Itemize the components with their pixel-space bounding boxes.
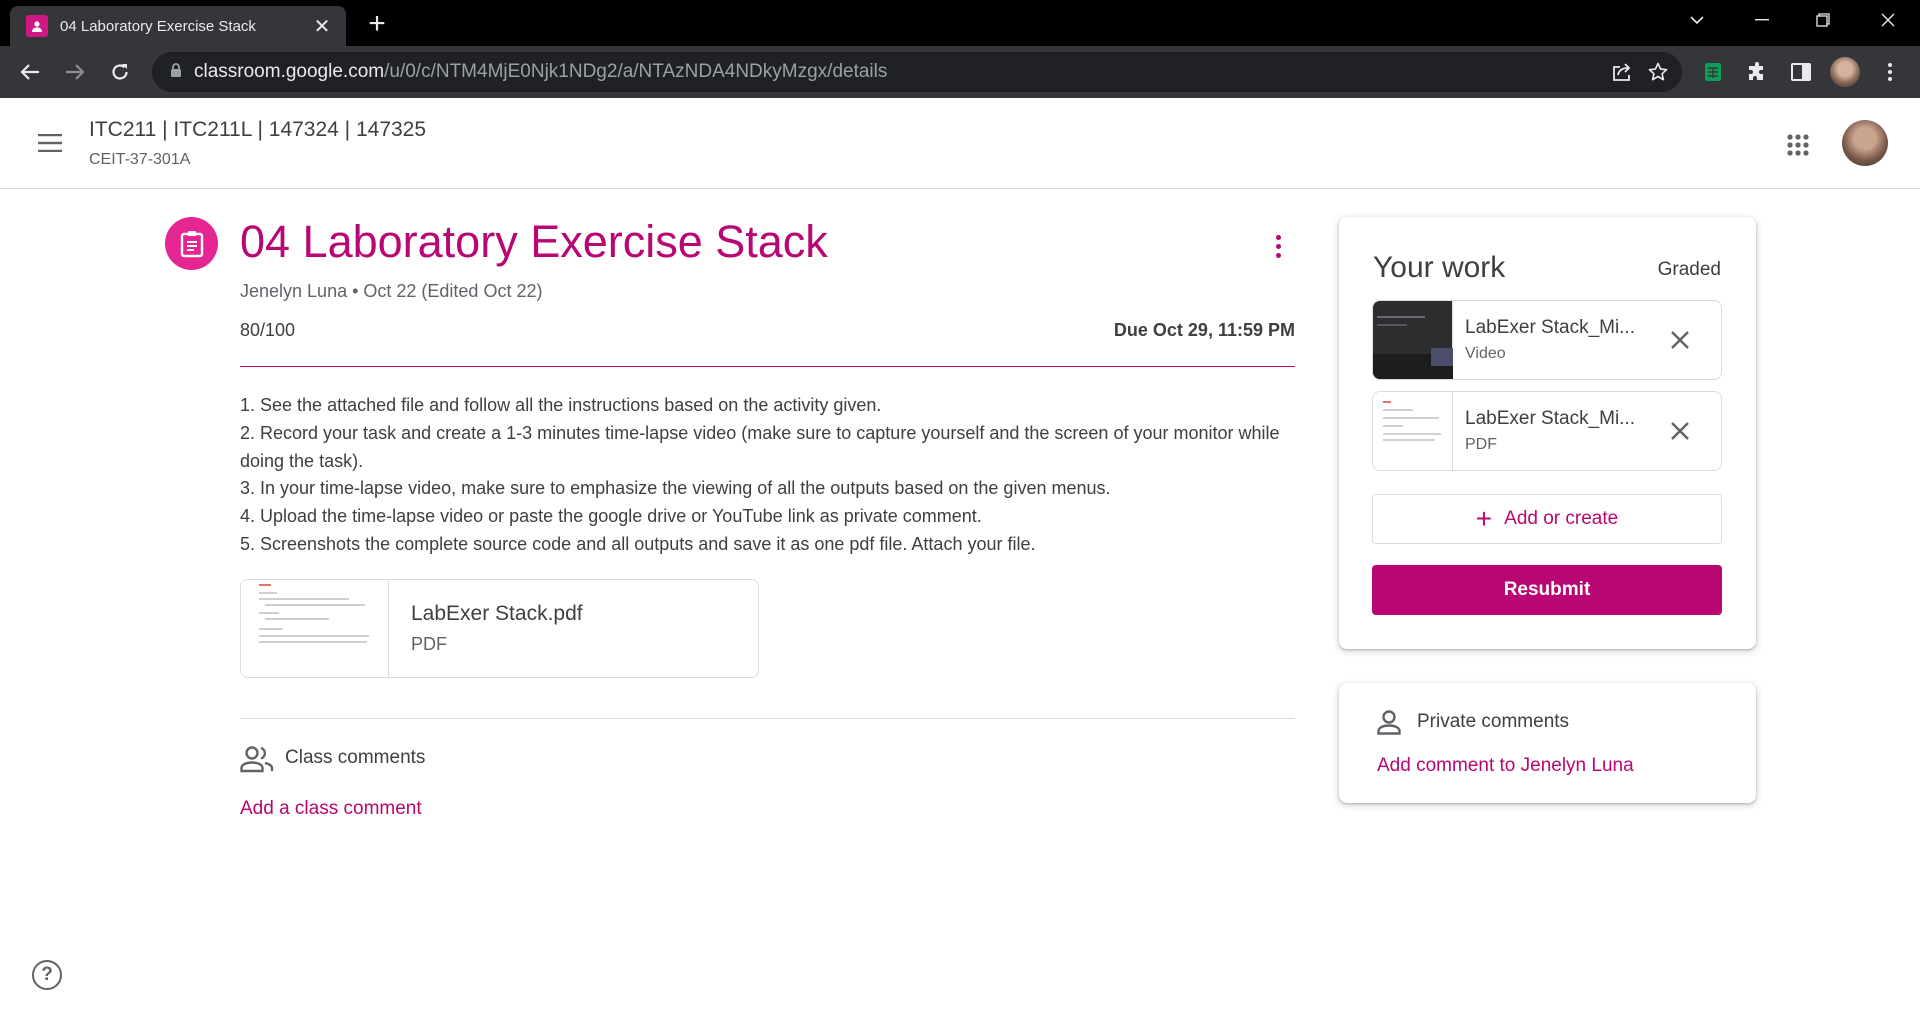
plus-icon: + [1475,503,1493,534]
remove-attachment-icon[interactable] [1665,416,1695,446]
tab-search-chevron-icon[interactable] [1667,0,1727,40]
attachment-thumbnail [241,580,389,677]
forward-icon[interactable] [57,54,93,90]
browser-tab-active[interactable]: 04 Laboratory Exercise Stack ✕ [10,6,346,46]
class-section: CEIT-37-301A [89,151,191,168]
your-work-card: Your work Graded LabExer Stack_Mi... Vid… [1339,217,1756,649]
more-vert-icon[interactable] [1264,228,1292,264]
people-icon [240,745,274,773]
instruction-line: 4. Upload the time-lapse video or paste … [240,506,982,527]
work-item-name: LabExer Stack_Mi... [1465,408,1636,429]
tab-title: 04 Laboratory Exercise Stack [60,17,256,35]
reload-icon[interactable] [102,54,138,90]
url-text: classroom.google.com/u/0/c/NTM4MjE0Njk1N… [194,61,888,82]
browser-tabstrip: 04 Laboratory Exercise Stack ✕ + [0,0,1920,46]
assignment-due-date: Due Oct 29, 11:59 PM [1113,320,1295,340]
work-item-name: LabExer Stack_Mi... [1465,317,1636,338]
instruction-line: 5. Screenshots the complete source code … [240,533,1036,554]
add-or-create-button[interactable]: + Add or create [1372,494,1722,544]
classroom-favicon [26,15,48,37]
person-icon [1376,709,1402,735]
assignment-meta: Jenelyn Luna • Oct 22 (Edited Oct 22) [240,281,543,301]
assignment-instructions: 1. See the attached file and follow all … [240,392,1300,559]
sheets-extension-icon[interactable] [1695,54,1731,90]
assignment-icon [165,217,218,270]
menu-icon[interactable] [30,123,70,163]
classroom-header: ITC211 | ITC211L | 147324 | 147325 CEIT-… [0,98,1920,189]
assignment-title: 04 Laboratory Exercise Stack [240,216,828,267]
lock-icon[interactable] [170,62,182,83]
assignment-points: 80/100 [240,320,296,340]
private-comments-label: Private comments [1417,711,1570,732]
restore-icon[interactable] [1793,0,1853,40]
pdf-thumbnail [1373,392,1453,470]
apps-icon[interactable] [1780,127,1816,163]
instruction-line: 3. In your time-lapse video, make sure t… [240,478,1111,499]
extension-icon[interactable] [1739,54,1775,90]
title-divider [240,366,1295,367]
class-comments-label: Class comments [285,747,426,768]
browser-toolbar: classroom.google.com/u/0/c/NTM4MjE0Njk1N… [0,46,1920,98]
add-private-comment-link[interactable]: Add comment to Jenelyn Luna [1377,755,1634,777]
back-icon[interactable] [12,54,48,90]
attachment-type: PDF [411,634,447,654]
video-thumbnail [1373,301,1453,379]
work-item-type: Video [1465,345,1506,362]
remove-attachment-icon[interactable] [1665,325,1695,355]
account-avatar[interactable] [1842,120,1888,166]
new-tab-plus-icon[interactable]: + [362,9,392,40]
close-tab-icon[interactable]: ✕ [310,14,334,39]
work-item-type: PDF [1465,436,1497,453]
share-icon[interactable] [1608,58,1636,86]
add-class-comment-link[interactable]: Add a class comment [240,798,422,820]
attachment-name: LabExer Stack.pdf [411,602,583,625]
work-status: Graded [1657,259,1721,280]
help-icon[interactable]: ? [32,960,62,990]
your-work-title: Your work [1373,251,1506,284]
private-comments-card: Private comments Add comment to Jenelyn … [1339,683,1756,803]
instruction-line: 1. See the attached file and follow all … [240,395,882,415]
profile-avatar-small[interactable] [1827,54,1863,90]
close-window-icon[interactable] [1858,0,1918,40]
work-item-pdf[interactable]: LabExer Stack_Mi... PDF [1372,391,1722,471]
class-name[interactable]: ITC211 | ITC211L | 147324 | 147325 [89,118,426,142]
sidepanel-icon[interactable] [1783,54,1819,90]
comments-divider [240,718,1295,719]
attachment-card[interactable]: LabExer Stack.pdf PDF [240,579,759,678]
resubmit-button[interactable]: Resubmit [1372,565,1722,615]
instruction-line: 2. Record your task and create a 1-3 min… [240,422,1280,471]
address-bar[interactable]: classroom.google.com/u/0/c/NTM4MjE0Njk1N… [152,52,1682,92]
chrome-menu-icon[interactable] [1872,54,1908,90]
minimize-icon[interactable] [1732,0,1792,40]
add-or-create-label: Add or create [1504,508,1619,529]
work-item-video[interactable]: LabExer Stack_Mi... Video [1372,300,1722,380]
star-icon[interactable] [1644,58,1672,86]
